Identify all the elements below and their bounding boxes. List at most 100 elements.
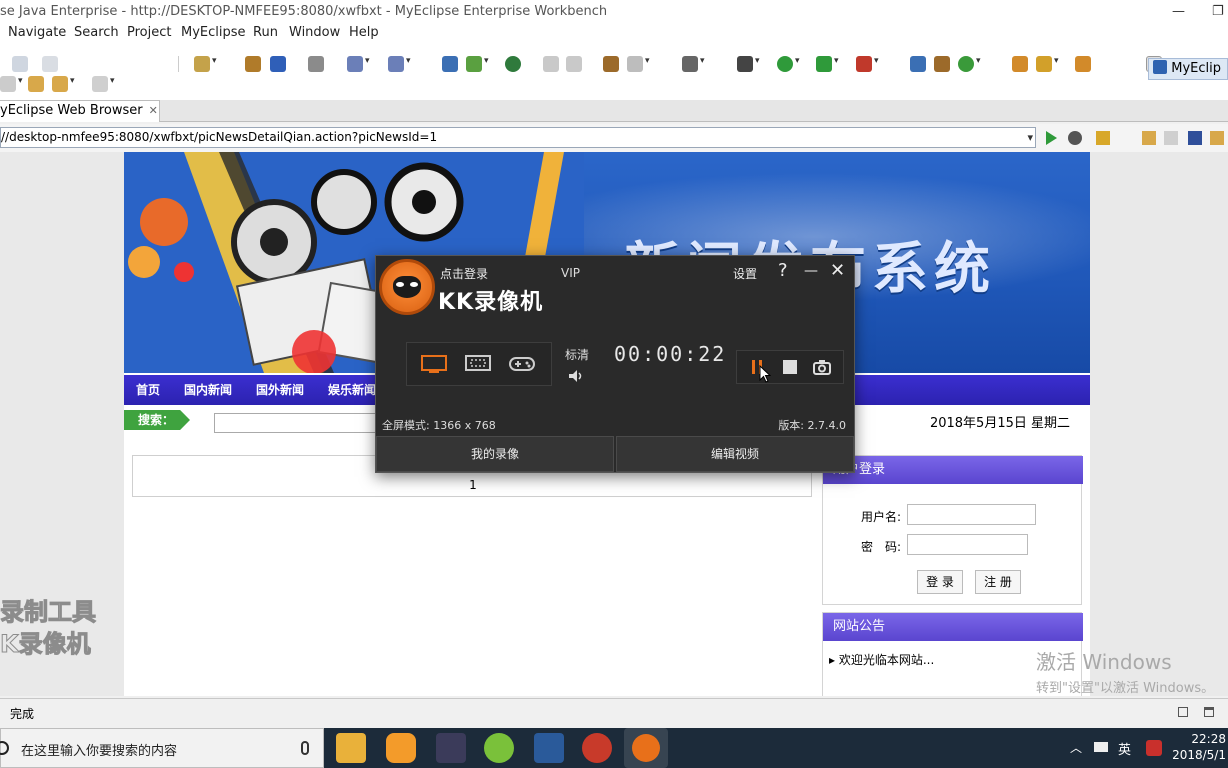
image-icon[interactable] (682, 56, 705, 72)
forward-page-icon[interactable] (1164, 131, 1178, 145)
register-button[interactable]: 注 册 (975, 570, 1021, 594)
tools-icon[interactable] (910, 56, 926, 72)
forward-history-icon[interactable] (92, 76, 115, 92)
stop-server-icon[interactable] (856, 56, 879, 72)
region-mode-icon[interactable] (465, 355, 491, 373)
help-icon[interactable]: ? (778, 261, 788, 281)
edit-icon[interactable] (603, 56, 619, 72)
build-icon[interactable] (934, 56, 950, 72)
minimize-icon[interactable]: — (804, 261, 818, 281)
uc-browser-icon[interactable] (386, 733, 416, 763)
my-recordings-button[interactable]: 我的录像 (376, 436, 614, 472)
nav-menu-icon[interactable] (0, 76, 23, 92)
login-button[interactable]: 登 录 (917, 570, 963, 594)
tray-chevron-up-icon[interactable]: ︿ (1070, 739, 1082, 756)
ime-indicator[interactable]: 英 (1118, 739, 1131, 758)
menu-help[interactable]: Help (349, 24, 379, 42)
chevron-down-icon[interactable]: ▾ (1027, 128, 1033, 147)
kk-logo-icon[interactable] (379, 259, 435, 315)
restore-window-icon[interactable]: ❐ (1212, 0, 1224, 24)
username-field[interactable] (907, 504, 1036, 525)
profile-icon[interactable] (627, 56, 650, 72)
go-icon[interactable] (1046, 131, 1057, 145)
back-icon[interactable] (566, 56, 582, 72)
nav-foreign-news[interactable]: 国外新闻 (256, 375, 304, 405)
microphone-icon[interactable] (301, 741, 309, 755)
back-history-icon[interactable] (52, 76, 75, 92)
kk-recorder-window: 点击登录 VIP KK录像机 设置 ? — ✕ 标清 00:00:22 全屏模式… (375, 255, 855, 473)
last-edit-icon[interactable] (28, 76, 44, 92)
kk-quality-selector[interactable]: 标清 (565, 346, 589, 363)
tab-web-browser[interactable]: yEclipse Web Browser ✕ (0, 100, 160, 122)
deploy-icon[interactable] (270, 56, 286, 72)
kk-capture-modes (406, 342, 552, 386)
nav-entertainment-news[interactable]: 娱乐新闻 (328, 375, 376, 405)
wand-icon[interactable] (1036, 56, 1059, 72)
refresh-icon[interactable] (958, 56, 981, 72)
server-icon[interactable] (308, 56, 324, 72)
menu-window[interactable]: Window (289, 24, 340, 42)
stop-icon[interactable] (783, 360, 797, 374)
kk-fullscreen-resolution: 全屏模式: 1366 x 768 (382, 419, 496, 432)
close-tab-icon[interactable]: ✕ (149, 104, 158, 117)
search-tool-icon[interactable] (347, 56, 370, 72)
nav-home[interactable]: 首页 (136, 375, 160, 405)
run-config-icon[interactable] (466, 56, 489, 72)
kk-vip-badge[interactable]: VIP (561, 266, 580, 280)
print-icon[interactable] (12, 56, 28, 72)
kk-recorder-taskbar-item[interactable] (624, 728, 668, 768)
forward-icon[interactable] (543, 56, 559, 72)
taskbar-clock[interactable]: 22:28 2018/5/1 (1172, 731, 1226, 763)
kk-settings-button[interactable]: 设置 (733, 265, 757, 282)
sogou-ime-icon[interactable] (1146, 740, 1162, 756)
run-server-icon[interactable] (816, 56, 839, 72)
file-explorer-icon[interactable] (336, 733, 366, 763)
kk-watermark: 录制工具 K录像机 (0, 596, 97, 660)
edit-video-button[interactable]: 编辑视频 (616, 436, 854, 472)
bilibili-app-icon[interactable] (582, 733, 612, 763)
menu-run[interactable]: Run (253, 24, 278, 42)
folder-icon[interactable] (1012, 56, 1028, 72)
favorites-icon[interactable] (1096, 131, 1110, 145)
nav-domestic-news[interactable]: 国内新闻 (184, 375, 232, 405)
debug-icon[interactable] (737, 56, 760, 72)
url-input[interactable]: //desktop-nmfee95:8080/xwfbxt/picNewsDet… (0, 127, 1036, 148)
maximize-icon[interactable] (1204, 707, 1214, 717)
debug-page-icon[interactable] (1068, 131, 1082, 145)
perspective-label: MyEclip (1171, 61, 1221, 76)
cortana-icon[interactable] (0, 741, 9, 755)
package-icon[interactable] (245, 56, 261, 72)
screenshot-camera-icon[interactable] (813, 359, 831, 375)
menu-search[interactable]: Search (74, 24, 119, 42)
chat-app-icon[interactable] (484, 733, 514, 763)
find-icon[interactable] (388, 56, 411, 72)
password-field[interactable] (907, 534, 1028, 555)
volume-icon[interactable] (569, 370, 583, 382)
stop-page-icon[interactable] (1188, 131, 1202, 145)
network-icon[interactable] (1094, 742, 1108, 752)
game-mode-icon[interactable] (509, 355, 535, 373)
restore-icon[interactable] (1178, 707, 1188, 717)
menu-project[interactable]: Project (127, 24, 171, 42)
kk-watermark-line1: 录制工具 (0, 598, 97, 627)
fullscreen-mode-icon[interactable] (421, 355, 447, 373)
game-app-icon[interactable] (436, 733, 466, 763)
pagination-page[interactable]: 1 (133, 478, 813, 492)
close-icon[interactable]: ✕ (830, 261, 845, 281)
binary-icon[interactable] (42, 56, 58, 72)
minimize-window-icon[interactable]: — (1172, 0, 1185, 24)
status-text: 完成 (10, 707, 35, 721)
menu-navigate[interactable]: Navigate (8, 24, 66, 42)
new-wizard-icon[interactable] (194, 56, 217, 72)
reload-page-icon[interactable] (1210, 131, 1224, 145)
globe-icon[interactable] (505, 56, 521, 72)
open-folder-icon[interactable] (1075, 56, 1091, 72)
kk-login-link[interactable]: 点击登录 (440, 265, 488, 282)
notice-item[interactable]: ▸ 欢迎光临本网站... (829, 651, 934, 668)
taskbar-search-box[interactable]: 在这里输入你要搜索的内容 (0, 728, 324, 768)
back-page-icon[interactable] (1142, 131, 1156, 145)
eclipse-icon[interactable] (534, 733, 564, 763)
open-type-icon[interactable] (442, 56, 458, 72)
run-icon[interactable] (777, 56, 800, 72)
menu-myeclipse[interactable]: MyEclipse (181, 24, 246, 42)
